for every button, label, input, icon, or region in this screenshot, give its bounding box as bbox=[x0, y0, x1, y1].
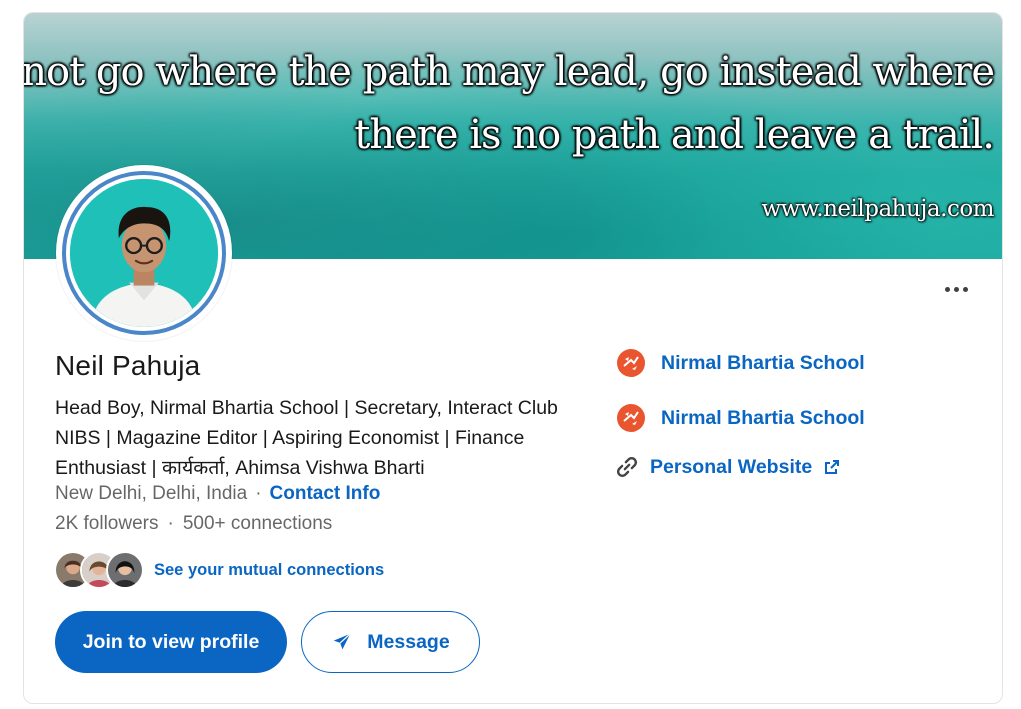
stats-line: 2K followers · 500+ connections bbox=[55, 513, 332, 535]
headline-line-1: Head Boy, Nirmal Bhartia School | Secret… bbox=[55, 397, 558, 419]
profile-headline: Head Boy, Nirmal Bhartia School | Secret… bbox=[55, 393, 575, 483]
school-logo-icon bbox=[617, 404, 645, 432]
banner-quote-line-2: there is no path and leave a trail. bbox=[354, 112, 995, 158]
more-options-button[interactable] bbox=[934, 275, 978, 303]
sidebar-item-school-2[interactable]: Nirmal Bhartia School bbox=[617, 404, 865, 432]
profile-location: New Delhi, Delhi, India bbox=[55, 483, 248, 504]
person-photo-icon bbox=[70, 179, 218, 327]
sidebar-item-label: Nirmal Bhartia School bbox=[661, 351, 865, 374]
message-label: Message bbox=[367, 630, 450, 653]
followers-count: 2K followers bbox=[55, 513, 159, 534]
external-link-icon bbox=[824, 459, 840, 475]
link-icon bbox=[614, 454, 640, 480]
school-logo-icon bbox=[617, 349, 645, 377]
avatar-photo bbox=[70, 179, 218, 327]
profile-name: Neil Pahuja bbox=[55, 350, 201, 381]
mutual-avatar bbox=[106, 551, 144, 589]
sidebar-item-personal-website[interactable]: Personal Website bbox=[614, 454, 840, 480]
more-horizontal-icon bbox=[944, 286, 968, 292]
headline-line-2: NIBS | Magazine Editor | Aspiring Econom… bbox=[55, 427, 525, 449]
sidebar-item-label: Nirmal Bhartia School bbox=[661, 406, 865, 429]
profile-card: Do not go where the path may lead, go in… bbox=[23, 12, 1003, 704]
message-button[interactable]: Message bbox=[301, 611, 480, 673]
headline-line-3: Enthusiast | कार्यकर्ता, Ahimsa Vishwa B… bbox=[55, 457, 425, 479]
banner-url: www.neilpahuja.com bbox=[761, 196, 994, 222]
contact-info-link[interactable]: Contact Info bbox=[270, 483, 381, 504]
separator-dot: · bbox=[255, 483, 262, 504]
join-to-view-profile-button[interactable]: Join to view profile bbox=[55, 611, 287, 673]
profile-avatar[interactable] bbox=[56, 165, 232, 341]
send-icon bbox=[334, 633, 351, 650]
sidebar-item-label: Personal Website bbox=[650, 455, 813, 478]
mutual-connections[interactable]: See your mutual connections bbox=[54, 550, 384, 590]
banner-quote-line-1: Do not go where the path may lead, go in… bbox=[23, 49, 995, 95]
separator-dot: · bbox=[167, 513, 174, 534]
mutual-avatars bbox=[54, 551, 144, 589]
mutual-connections-link[interactable]: See your mutual connections bbox=[154, 561, 384, 580]
connections-count: 500+ connections bbox=[182, 513, 333, 534]
location-line: New Delhi, Delhi, India · Contact Info bbox=[55, 483, 380, 505]
sidebar-item-school-1[interactable]: Nirmal Bhartia School bbox=[617, 349, 865, 377]
avatar-ring bbox=[62, 171, 226, 335]
